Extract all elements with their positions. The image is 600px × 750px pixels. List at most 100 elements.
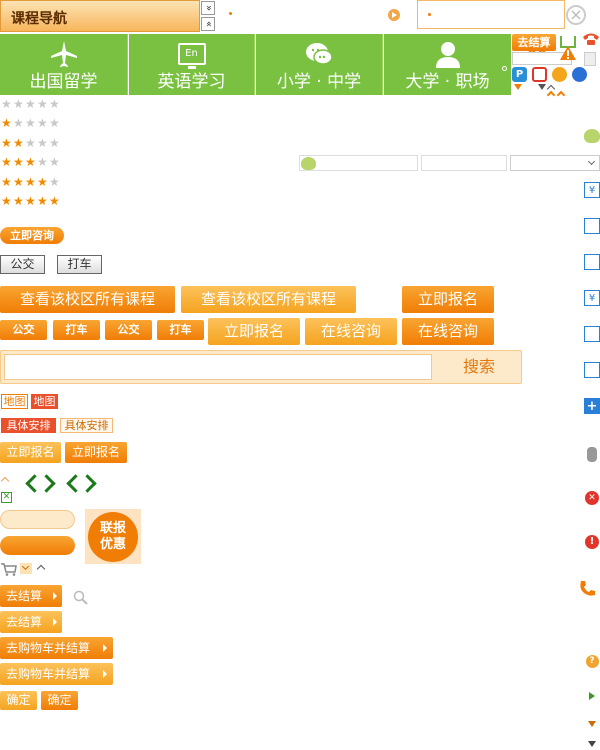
header-input-box[interactable] [417, 0, 565, 29]
star-rating-row: ★★★★★ [1, 175, 61, 194]
cart-gray-icon[interactable] [1, 563, 17, 579]
enroll-small-button-hover[interactable]: 立即报名 [0, 442, 61, 463]
star-badge-icon[interactable] [552, 67, 567, 82]
search-input[interactable] [4, 354, 432, 380]
error-x-icon: ✕ [584, 490, 600, 506]
bus-button[interactable]: 公交 [0, 255, 45, 274]
search-magnifier-icon[interactable] [73, 590, 89, 609]
confirm-button-hover[interactable]: 确定 [0, 691, 37, 710]
expand-up-button[interactable]: « [201, 17, 215, 31]
chevron-right-icon [103, 644, 107, 652]
warning-icon [560, 46, 576, 63]
star-icon: ★ [13, 155, 24, 170]
cart-checkout-button[interactable]: 去购物车并结算 [0, 637, 113, 659]
chevron-up-orange-icon [556, 90, 566, 100]
nav-small-dot-icon [502, 66, 507, 71]
airplane-icon [0, 38, 127, 70]
enroll-small-button[interactable]: 立即报名 [65, 442, 127, 463]
chevron-right-green-icon[interactable] [78, 474, 97, 493]
promo-line-2: 优惠 [99, 537, 126, 552]
star-icon: ★ [1, 155, 12, 170]
fuel-icon[interactable] [584, 326, 600, 342]
restaurant-icon[interactable]: ¥ [584, 182, 600, 198]
dropdown-toggle-icon[interactable] [20, 562, 32, 574]
taxi-button[interactable]: 打车 [57, 255, 102, 274]
select-arrow-down-icon[interactable] [584, 52, 596, 66]
yen-icon[interactable]: ¥ [584, 290, 600, 306]
star-icon: ★ [49, 174, 60, 189]
close-button[interactable]: × [566, 5, 586, 25]
dot-marker-icon [428, 13, 431, 16]
chevron-up-small-icon [0, 476, 10, 486]
cart-checkout-button-hover[interactable]: 去购物车并结算 [0, 663, 113, 685]
bus-orange-button[interactable]: 公交 [0, 320, 47, 340]
p-blue-icon[interactable]: P [512, 67, 527, 82]
play-green-icon[interactable] [584, 688, 600, 704]
checkout-button-hover[interactable]: 去结算 [0, 611, 62, 633]
schedule-tag-outline[interactable]: 具体安排 [60, 418, 113, 433]
chevron-up-small-icon[interactable] [36, 564, 46, 574]
star-icon: ★ [37, 97, 48, 111]
view-all-courses-button-hover[interactable]: 查看该校区所有课程 [181, 286, 356, 313]
star-icon: ★ [37, 193, 48, 208]
checkout-button[interactable]: 去结算 [0, 585, 62, 607]
help-icon[interactable]: ? [584, 653, 600, 669]
star-icon: ★ [25, 155, 36, 170]
person-blue-icon[interactable] [572, 67, 587, 82]
chevron-right-icon [103, 670, 107, 678]
pill-input[interactable] [0, 510, 75, 529]
star-icon: ★ [37, 174, 48, 189]
nav-item-career[interactable]: 大学 · 职场 [384, 34, 511, 95]
enroll-button-large[interactable]: 立即报名 [402, 286, 494, 313]
schedule-tag-filled[interactable]: 具体安排 [1, 418, 56, 433]
star-icon: ★ [49, 155, 60, 170]
nav-item-label: 英语学习 [157, 72, 226, 92]
taxi-orange-button-alt[interactable]: 打车 [157, 320, 204, 340]
map-tag-outline[interactable]: 地图 [1, 394, 28, 409]
promo-badge: 联报 优惠 [85, 509, 141, 564]
nav-item-study-abroad[interactable]: 出国留学 [0, 34, 128, 95]
emoticon-icon [584, 129, 600, 143]
star-rating-row: ★★★★★ [1, 116, 61, 135]
star-icon: ★ [13, 116, 24, 131]
shopping-basket-icon[interactable] [584, 254, 600, 270]
map-tag-filled[interactable]: 地图 [31, 394, 58, 409]
text-input[interactable] [421, 155, 507, 171]
bank-icon[interactable] [584, 218, 600, 234]
close-icon: × [569, 5, 583, 24]
online-consult-button-hover[interactable]: 在线咨询 [305, 318, 397, 345]
confirm-button[interactable]: 确定 [41, 691, 78, 710]
view-all-courses-button[interactable]: 查看该校区所有课程 [0, 286, 175, 313]
taxi-orange-button[interactable]: 打车 [53, 320, 100, 340]
dot-marker-icon [229, 12, 232, 15]
star-icon: ★ [1, 97, 12, 111]
arrow-down-orange-icon [514, 84, 522, 90]
chat-red-icon[interactable] [532, 67, 547, 82]
checkout-button-top[interactable]: 去结算 [512, 34, 556, 51]
pill-button[interactable] [0, 536, 75, 555]
nav-item-english[interactable]: En 英语学习 [129, 34, 255, 95]
online-consult-button[interactable]: 在线咨询 [402, 318, 494, 345]
hospital-plus-icon[interactable]: + [584, 398, 600, 414]
close-green-icon[interactable]: ✕ [1, 492, 12, 503]
star-icon: ★ [13, 135, 24, 150]
expand-down-button[interactable]: » [201, 1, 215, 15]
star-rating-row: ★★★★★ [1, 136, 61, 155]
nav-item-school[interactable]: 小学 · 中学 [256, 34, 383, 95]
search-button[interactable]: 搜索 [436, 351, 522, 383]
building-icon[interactable] [584, 362, 600, 378]
arrow-down-dark-icon [538, 84, 546, 90]
emoticon-input[interactable] [299, 155, 418, 171]
phone-orange-icon[interactable] [578, 580, 596, 598]
chevron-double-up-icon: « [203, 20, 214, 28]
phone-red-icon[interactable] [582, 32, 600, 49]
bus-orange-button-alt[interactable]: 公交 [105, 320, 152, 340]
chevron-right-green-icon[interactable] [37, 474, 56, 493]
course-nav-tab[interactable]: 课程导航 [0, 0, 200, 32]
nav-item-label: 小学 · 中学 [276, 72, 362, 92]
alert-exclamation-icon: ! [584, 534, 600, 550]
dropdown-select[interactable] [510, 155, 600, 171]
enroll-button-medium[interactable]: 立即报名 [208, 318, 300, 345]
play-circle-icon[interactable] [388, 9, 400, 21]
consult-pill-button[interactable]: 立即咨询 [0, 227, 64, 244]
